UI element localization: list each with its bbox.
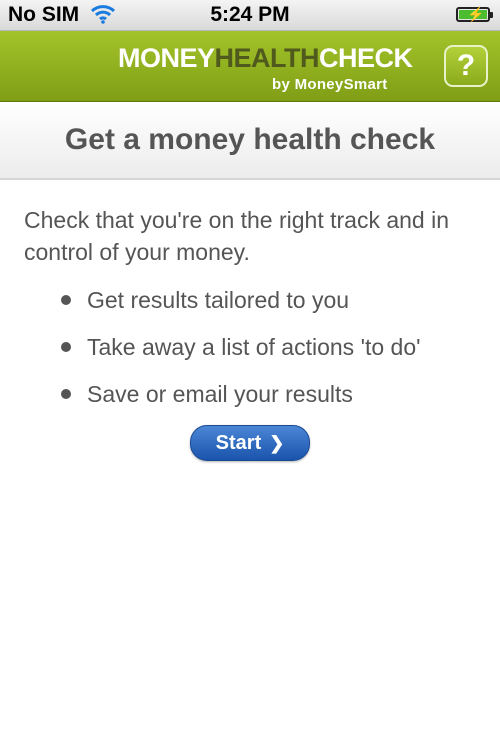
list-item-label: Take away a list of actions 'to do'	[87, 334, 421, 360]
intro-text: Check that you're on the right track and…	[24, 207, 450, 265]
bullet-icon	[61, 295, 71, 305]
battery-charging-icon: ⚡	[456, 6, 493, 22]
app-logo: MONEYHEALTHCHECK	[118, 43, 413, 73]
app-header: MONEYHEALTHCHECK by MoneySmart ?	[0, 31, 500, 102]
logo-word-check: CHECK	[319, 43, 413, 73]
status-bar: No SIM 5:24 PM ⚡	[0, 0, 500, 31]
list-item-label: Get results tailored to you	[87, 287, 350, 313]
logo-word-health: HEALTH	[214, 43, 320, 73]
status-time: 5:24 PM	[210, 3, 290, 26]
main-content: Check that you're on the right track and…	[0, 180, 500, 461]
title-bar: Get a money health check	[0, 102, 500, 180]
list-item: Take away a list of actions 'to do'	[61, 331, 476, 363]
list-item-label: Save or email your results	[87, 381, 353, 407]
logo-byline: by MoneySmart	[272, 76, 388, 93]
list-item: Get results tailored to you	[61, 284, 476, 316]
start-label: Start	[215, 432, 262, 454]
logo-word-money: MONEY	[118, 43, 215, 73]
start-button[interactable]: Start ❯	[190, 425, 310, 461]
chevron-right-icon: ❯	[269, 433, 285, 453]
benefits-list: Get results tailored to you Take away a …	[24, 284, 476, 410]
list-item: Save or email your results	[61, 378, 476, 410]
bullet-icon	[61, 389, 71, 399]
help-button[interactable]: ?	[444, 45, 488, 87]
bullet-icon	[61, 342, 71, 352]
page-title: Get a money health check	[64, 123, 436, 156]
